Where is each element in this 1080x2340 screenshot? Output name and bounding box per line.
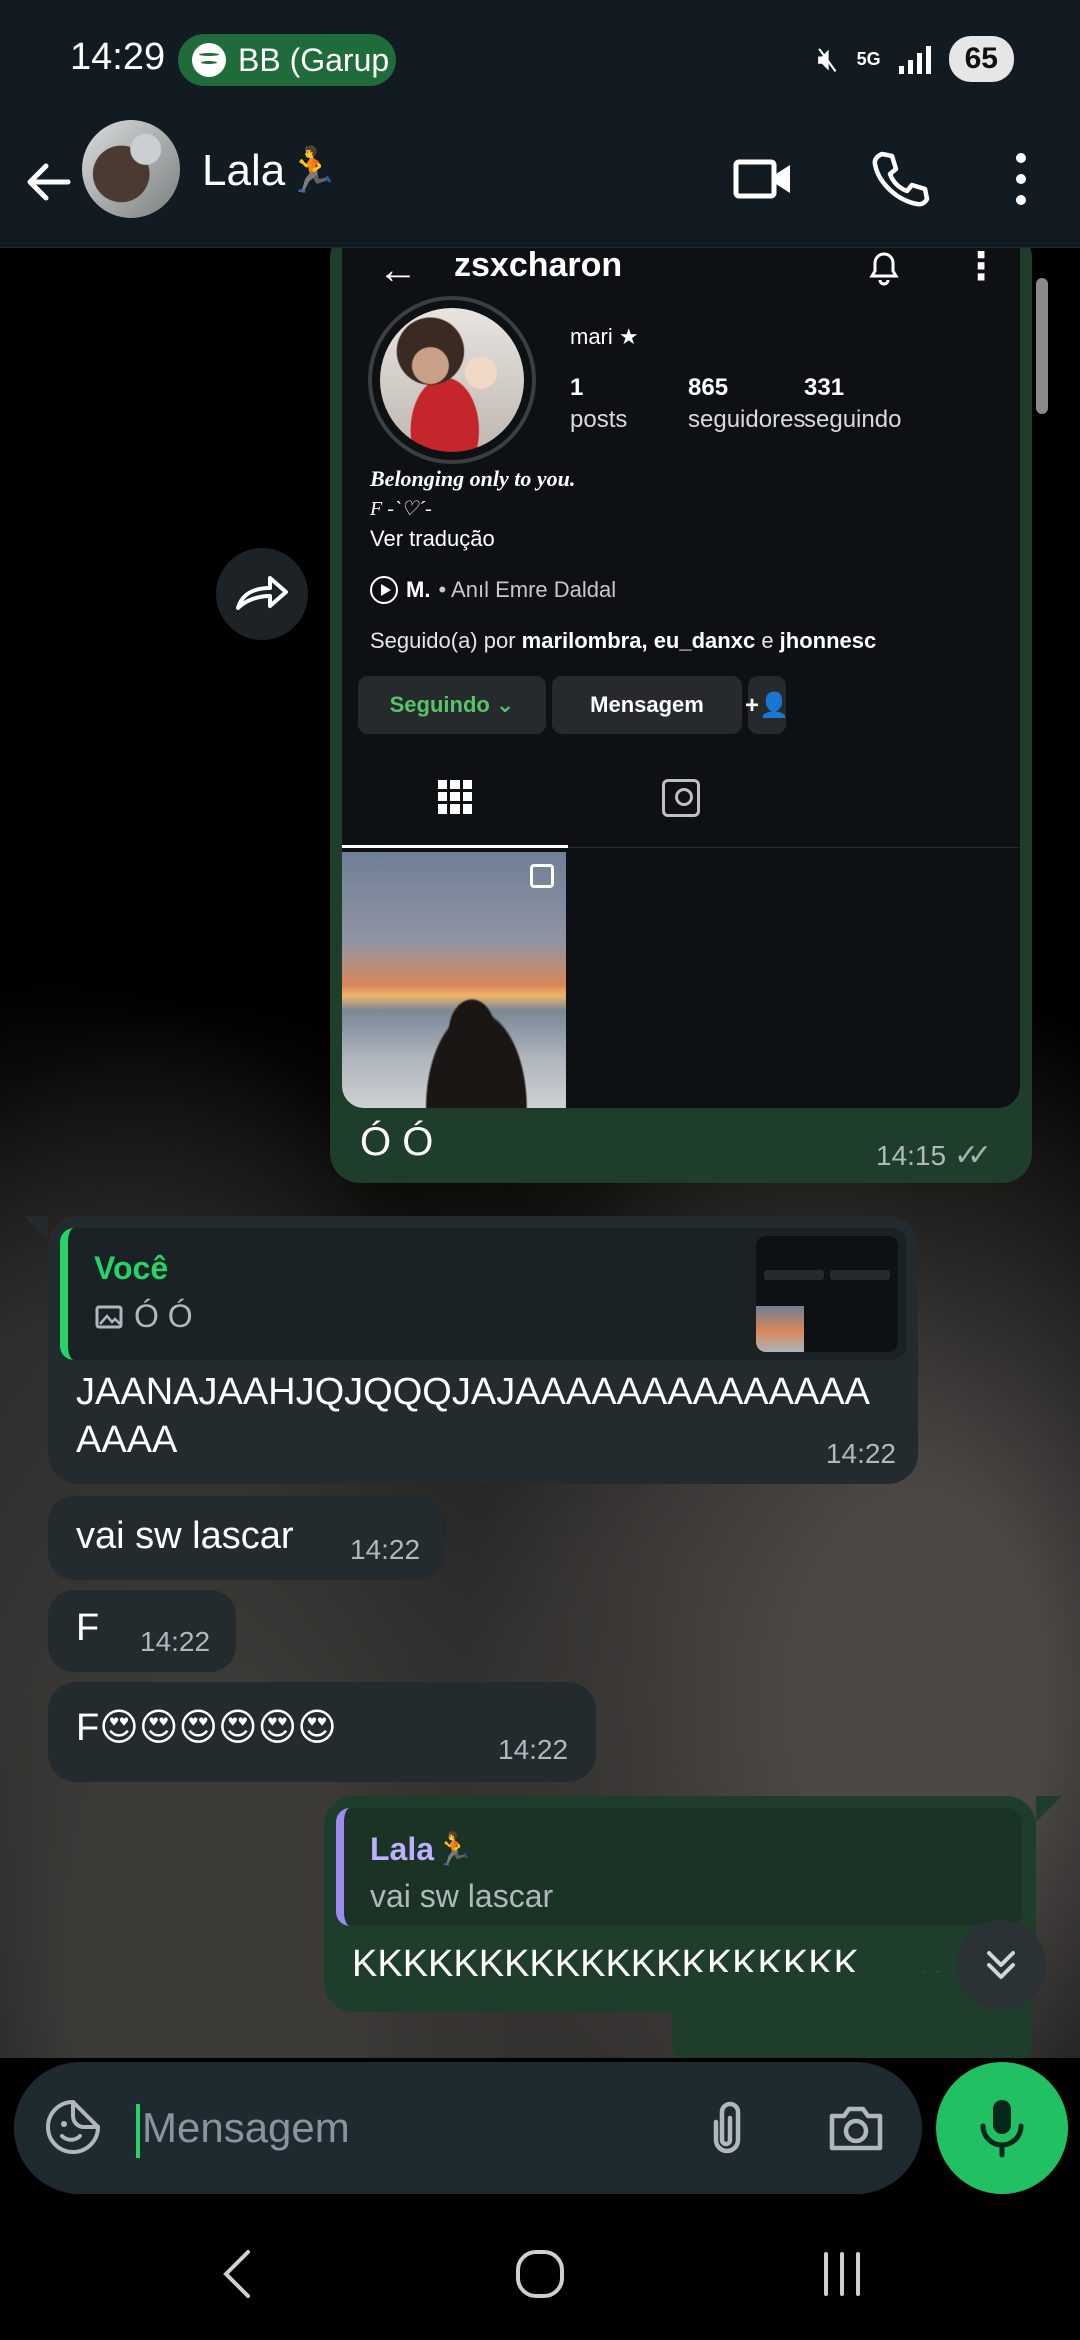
message-placeholder: Mensagem — [142, 2104, 350, 2151]
battery-level: 65 — [948, 36, 1014, 82]
system-navigation-bar — [0, 2204, 1080, 2340]
network-type: 5G — [856, 49, 881, 69]
ig-followed-by: Seguido(a) por marilombra, eu_danxc e jh… — [370, 628, 877, 653]
ig-add-friend-icon: +👤 — [745, 676, 789, 734]
nav-recents-button[interactable] — [802, 2234, 882, 2314]
incoming-message[interactable]: F😍😍😍😍😍😍 14:22 — [48, 1682, 596, 1782]
camera-icon[interactable] — [824, 2096, 888, 2160]
image-icon — [95, 1305, 123, 1328]
ig-bell-icon — [869, 252, 899, 286]
voice-record-button[interactable] — [936, 2062, 1068, 2194]
ig-posts-stat: 1 posts — [570, 374, 628, 433]
ig-display-name: mari ★ — [570, 324, 639, 349]
status-icons: 🔇︎ 5G 65 — [817, 36, 1014, 82]
image-caption: Ó Ó — [360, 1120, 434, 1164]
chat-header: Lala🏃 — [0, 120, 1080, 248]
spotify-icon — [192, 43, 226, 77]
sticker-icon[interactable] — [40, 2094, 106, 2160]
grid-icon — [438, 779, 472, 814]
image-message-bubble[interactable]: ← zsxcharon ⋮ mari ★ 1 posts 865 seguido… — [330, 248, 1032, 1183]
ig-username: zsxcharon — [454, 248, 623, 284]
contact-avatar[interactable] — [82, 120, 180, 218]
screenshot-image[interactable]: ← zsxcharon ⋮ mari ★ 1 posts 865 seguido… — [342, 248, 1020, 1108]
status-time: 14:29 — [70, 36, 166, 78]
ig-bio-line: F -`♡´- — [370, 498, 432, 520]
signal-icon — [898, 44, 931, 74]
text-cursor — [136, 2104, 140, 2158]
ig-music-row: M. • Anıl Emre Daldal — [370, 576, 616, 604]
phone-icon[interactable] — [864, 144, 934, 214]
video-call-icon[interactable] — [728, 144, 798, 214]
media-playing-pill[interactable]: BB (Garup — [178, 34, 396, 86]
ig-music-title: • Anıl Emre Daldal — [438, 577, 617, 602]
more-vert-icon[interactable] — [986, 144, 1056, 214]
incoming-message[interactable]: vai sw lascar 14:22 — [48, 1496, 446, 1580]
quoted-text: Ó Ó — [94, 1298, 193, 1335]
message-meta: 14:15 ✓✓ — [876, 1139, 992, 1172]
tagged-icon — [662, 779, 700, 817]
mic-icon — [980, 2100, 1024, 2158]
composer: Mensagem — [0, 2058, 1080, 2204]
scroll-down-button[interactable] — [956, 1920, 1046, 2010]
back-arrow-icon[interactable] — [18, 150, 82, 214]
quoted-message[interactable]: Você Ó Ó — [60, 1228, 906, 1360]
ig-following-stat: 331 seguindo — [804, 374, 902, 433]
chat-area[interactable]: ← zsxcharon ⋮ mari ★ 1 posts 865 seguido… — [0, 248, 1080, 2058]
message-text: F😍😍😍😍😍😍 — [76, 1707, 337, 1749]
media-pill-label: BB (Garup — [238, 41, 388, 78]
ig-translate-link: Ver tradução — [370, 526, 495, 551]
ig-grid-tab — [342, 748, 568, 848]
quoted-thumbnail — [756, 1236, 898, 1352]
quoted-text: vai sw lascar — [370, 1878, 554, 1914]
ig-message-button: Mensagem — [552, 676, 742, 734]
multi-photo-icon — [530, 864, 554, 888]
ig-music-artist: M. — [406, 577, 431, 602]
nav-back-icon — [223, 2250, 250, 2298]
ig-back-arrow-icon: ← — [378, 248, 418, 292]
quoted-author: Você — [94, 1250, 169, 1286]
message-text: vai sw lascar — [76, 1515, 294, 1557]
quoted-message[interactable]: Lala🏃 vai sw lascar — [336, 1808, 1022, 1926]
status-bar: 14:29 BB (Garup 🔇︎ 5G 65 — [0, 0, 1080, 120]
ig-followers-stat: 865 seguidores — [688, 374, 806, 433]
ig-bio-line: Belonging only to you. — [370, 466, 576, 491]
ig-profile-picture — [368, 296, 536, 464]
nav-recents-icon — [824, 2252, 860, 2296]
quoted-author: Lala🏃 — [370, 1831, 474, 1867]
nav-home-icon — [516, 2250, 564, 2298]
message-time: 14:22 — [140, 1626, 211, 1657]
incoming-message[interactable]: F 14:22 — [48, 1590, 236, 1672]
attach-icon[interactable] — [694, 2092, 760, 2162]
forward-button[interactable] — [216, 548, 308, 640]
mute-icon: 🔇︎ — [817, 39, 839, 78]
message-text: JAANAJAAHJQJQQQJAJAAAAAAAAAAAAAA AAAA — [76, 1371, 871, 1461]
forward-icon — [236, 576, 288, 610]
message-time: 14:22 — [498, 1734, 569, 1765]
ig-more-icon: ⋮ — [962, 248, 1000, 288]
ig-tabs — [342, 748, 1020, 848]
ig-post-thumbnail — [342, 852, 566, 1108]
message-text: F — [76, 1607, 100, 1649]
ig-following-button: Seguindo ⌄ — [358, 676, 546, 734]
message-input[interactable]: Mensagem — [14, 2062, 922, 2194]
play-icon — [370, 576, 398, 604]
message-time: 14:22 — [350, 1534, 421, 1565]
message-time: 14:22 — [825, 1438, 896, 1469]
incoming-reply-message[interactable]: Você Ó Ó JAANAJAAHJQJQQQJAJAAAAAAAAAAAAA… — [24, 1216, 918, 1484]
nav-home-button[interactable] — [500, 2234, 580, 2314]
nav-back-button[interactable] — [198, 2234, 278, 2314]
contact-name[interactable]: Lala🏃 — [202, 144, 340, 196]
scroll-down-icon — [987, 1951, 1015, 1979]
double-check-icon: ✓✓ — [953, 1139, 992, 1172]
scrollbar[interactable] — [1036, 278, 1048, 414]
ig-tagged-tab — [568, 748, 794, 848]
